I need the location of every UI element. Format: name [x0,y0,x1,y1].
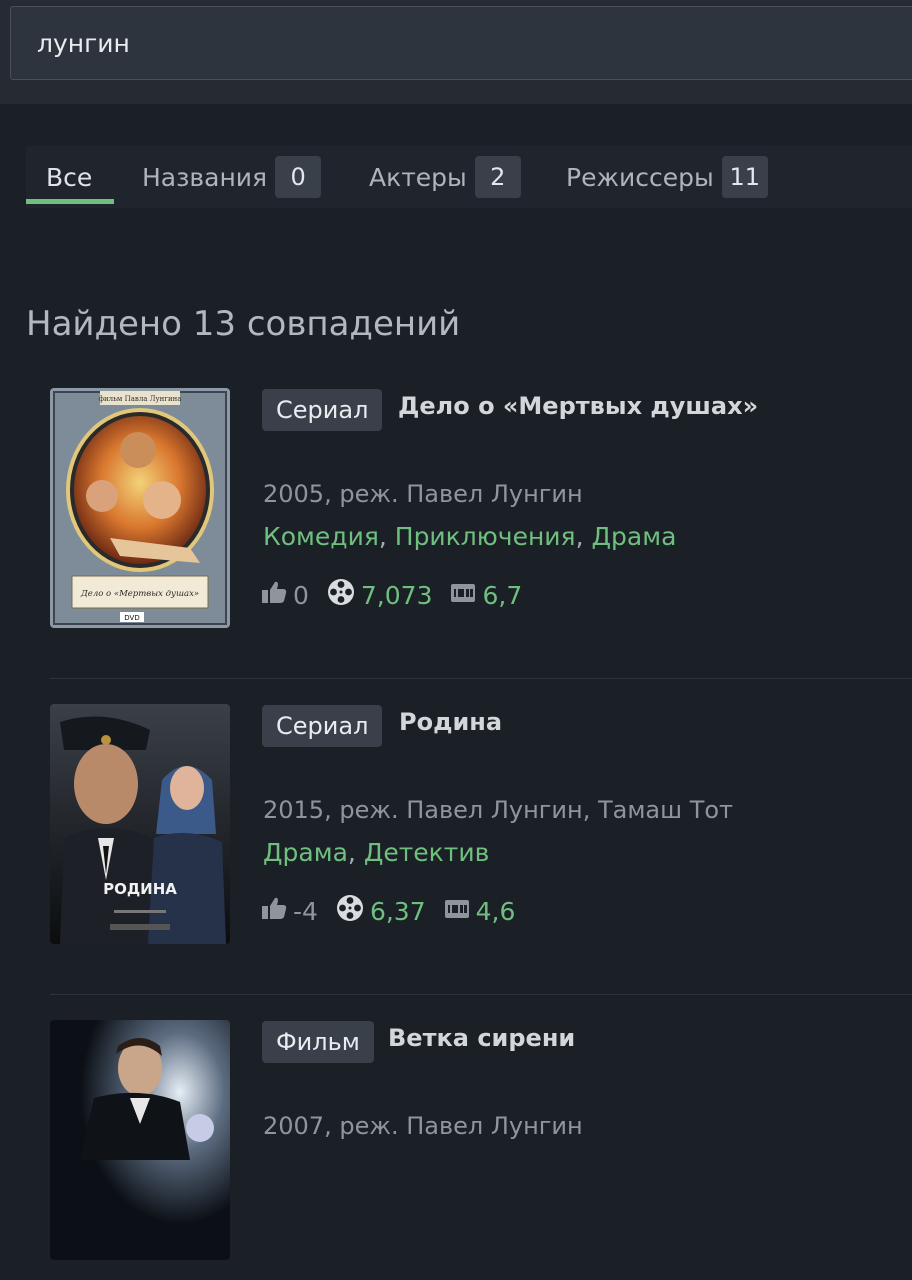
result-title[interactable]: Дело о «Мертвых душах» [398,392,758,420]
tab-label: Актеры [369,162,467,192]
tab-titles[interactable]: Названия 0 [142,146,322,208]
tab-count-badge: 2 [474,156,521,198]
dvd-logo: DVD [124,614,139,622]
result-item[interactable]: Фильм Ветка сирени 2007, реж. Павел Лунг… [50,1020,912,1280]
result-meta: 2005, реж. Павел Лунгин [263,480,583,508]
type-badge: Фильм [262,1021,374,1063]
genre-link[interactable]: Драма [592,522,677,551]
tab-label: Режиссеры [566,162,714,192]
result-meta: 2007, реж. Павел Лунгин [263,1112,583,1140]
tab-label: Все [46,162,93,192]
type-badge: Сериал [262,389,383,431]
likes-count: 0 [293,580,309,610]
genre-list: Драма, Детектив [263,838,490,867]
type-badge: Сериал [262,705,383,747]
tab-count-badge: 11 [721,156,768,198]
likes-count: -4 [293,896,318,926]
poster-title-text: РОДИНА [103,880,177,898]
filter-tabs: Все Названия 0 Актеры 2 Режиссеры 11 [26,146,912,208]
film-reel-icon [336,894,364,928]
imdb-icon [450,581,476,610]
tab-directors[interactable]: Режиссеры 11 [566,146,768,208]
thumbs-up-icon[interactable] [261,896,287,926]
imdb-rating: 6,7 [482,580,523,610]
kinopoisk-rating: 7,073 [360,580,433,610]
tab-count-badge: 0 [275,156,322,198]
result-meta: 2015, реж. Павел Лунгин, Тамаш Тот [263,796,734,824]
poster-image[interactable]: РОДИНА [50,704,230,944]
genre-link[interactable]: Драма [263,838,348,867]
imdb-icon [444,897,470,926]
result-title[interactable]: Ветка сирени [388,1024,575,1052]
imdb-rating: 4,6 [475,896,516,926]
poster-image[interactable] [50,1020,230,1260]
thumbs-up-icon[interactable] [261,580,287,610]
film-reel-icon [327,578,355,612]
poster-top-text: фильм Павла Лунгина [99,395,182,403]
genre-link[interactable]: Приключения [395,522,576,551]
result-item[interactable]: фильм Павла Лунгина Дело о «Мертвых душа… [50,388,912,648]
search-input[interactable] [10,6,912,80]
search-bar-area [0,0,912,104]
result-stats: 0 7,073 6,7 [261,578,540,612]
poster-title-text: Дело о «Мертвых душах» [80,589,199,599]
genre-link[interactable]: Комедия [263,522,379,551]
genre-list: Комедия, Приключения, Драма [263,522,677,551]
tab-label: Названия [142,162,268,192]
result-title[interactable]: Родина [399,708,502,736]
results-heading: Найдено 13 совпадений [26,304,461,344]
active-tab-indicator [26,199,114,204]
tab-actors[interactable]: Актеры 2 [369,146,521,208]
result-divider [50,994,912,995]
result-divider [50,678,912,679]
genre-link[interactable]: Детектив [364,838,490,867]
result-item[interactable]: РОДИНА Сериал Родина 2015, реж. Павел Лу… [50,704,912,964]
poster-image[interactable]: фильм Павла Лунгина Дело о «Мертвых душа… [50,388,230,628]
kinopoisk-rating: 6,37 [369,896,426,926]
result-stats: -4 6,37 4,6 [261,894,533,928]
